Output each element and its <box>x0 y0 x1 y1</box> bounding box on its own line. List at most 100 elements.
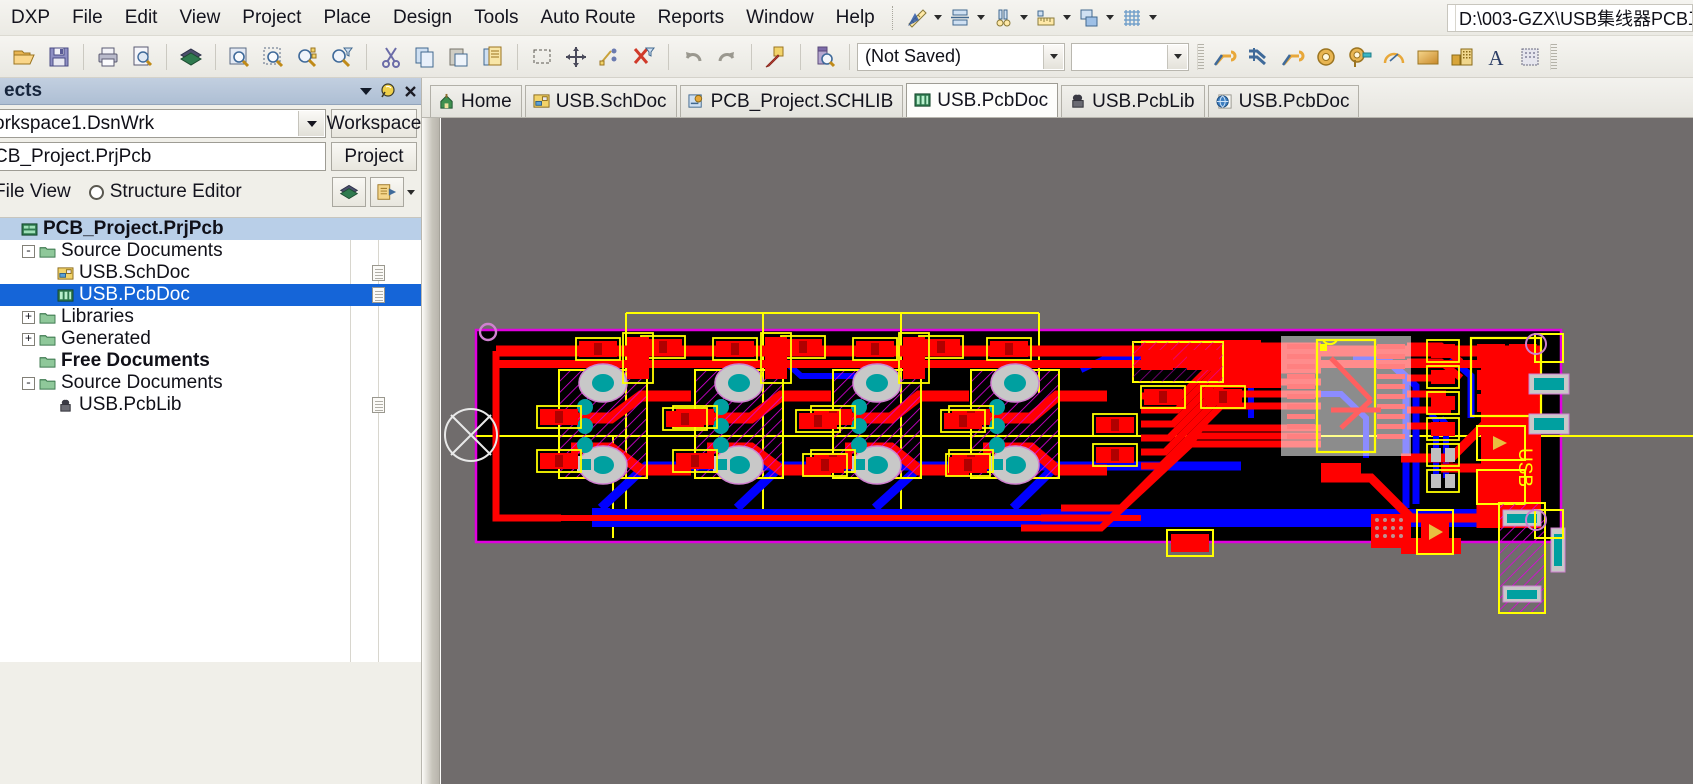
tree-expander[interactable]: + <box>22 310 35 324</box>
open-document-icon[interactable] <box>370 177 404 207</box>
tab-usb-pcbdoc[interactable]: USB.PcbDoc <box>1207 85 1360 117</box>
tree-item-source-documents[interactable]: - Source Documents <box>0 372 421 394</box>
zoom-area-icon[interactable] <box>257 40 291 74</box>
tree-item-source-documents[interactable]: - Source Documents <box>0 240 421 262</box>
board-layers-icon[interactable] <box>332 177 366 207</box>
structure-editor-radio[interactable] <box>88 184 104 200</box>
pcb-editor-canvas[interactable]: USB <box>441 118 1693 784</box>
zoom-filter-icon[interactable] <box>325 40 359 74</box>
menu-design[interactable]: Design <box>382 0 463 36</box>
place-fill-icon[interactable] <box>1411 40 1445 74</box>
place-string-icon[interactable]: A <box>1479 40 1513 74</box>
layers-stack-dropdown-arrow[interactable] <box>1104 4 1117 32</box>
zoom-document-icon[interactable] <box>223 40 257 74</box>
board-layers-icon[interactable] <box>174 40 208 74</box>
cut-icon[interactable] <box>374 40 408 74</box>
tree-item-generated[interactable]: + Generated <box>0 328 421 350</box>
menu-auto-route[interactable]: Auto Route <box>529 0 646 36</box>
pin-icon[interactable] <box>377 79 399 103</box>
print-icon[interactable] <box>91 40 125 74</box>
tab-pcb-project-schlib[interactable]: PCB_Project.SCHLIB <box>679 85 904 117</box>
tree-expander[interactable]: - <box>22 244 35 258</box>
workspace-dropdown-arrow[interactable] <box>298 111 324 136</box>
tree-item-pcb-project-prjpcb[interactable]: PCB_Project.PrjPcb <box>0 218 421 240</box>
menu-place[interactable]: Place <box>312 0 382 36</box>
menu-edit[interactable]: Edit <box>114 0 169 36</box>
tree-item-libraries[interactable]: + Libraries <box>0 306 421 328</box>
menu-dxp[interactable]: DXP <box>0 0 61 36</box>
tree-expander[interactable]: - <box>22 376 35 390</box>
select-area-icon[interactable] <box>525 40 559 74</box>
grid-dropdown-arrow[interactable] <box>1147 4 1160 32</box>
tab-home[interactable]: Home <box>430 85 522 117</box>
grid-icon[interactable] <box>1117 4 1147 32</box>
undo-icon[interactable] <box>676 40 710 74</box>
align-dropdown-arrow[interactable] <box>975 4 988 32</box>
toolbar-end-grip[interactable] <box>1550 43 1557 70</box>
file-view-label[interactable]: File View <box>0 181 71 203</box>
menu-view[interactable]: View <box>168 0 231 36</box>
place-pad-icon[interactable] <box>1343 40 1377 74</box>
tree-item-usb-pcblib[interactable]: USB.PcbLib <box>0 394 421 416</box>
measure-dropdown-arrow[interactable] <box>932 4 945 32</box>
open-document-dropdown-arrow[interactable] <box>404 178 417 206</box>
tree-expander[interactable]: + <box>22 332 35 346</box>
project-field[interactable]: CB_Project.PrjPcb <box>0 142 326 171</box>
copy-icon[interactable] <box>408 40 442 74</box>
move-icon[interactable] <box>559 40 593 74</box>
print-preview-icon[interactable] <box>125 40 159 74</box>
canvas-vertical-splitter[interactable] <box>422 118 440 784</box>
menu-tools[interactable]: Tools <box>463 0 529 36</box>
mask-level-combo[interactable]: (Not Saved) <box>857 42 1065 71</box>
toolbar-grip[interactable] <box>1455 5 1456 31</box>
browse-components-icon[interactable] <box>808 40 842 74</box>
highlight-pen-icon[interactable] <box>759 40 793 74</box>
tree-item-label: Source Documents <box>61 240 223 261</box>
mask-level-value: (Not Saved) <box>865 46 962 66</box>
chevron-down-icon[interactable] <box>355 79 377 103</box>
deselect-icon[interactable] <box>593 40 627 74</box>
clear-filter-icon[interactable] <box>627 40 661 74</box>
multiple-routing-icon[interactable] <box>1275 40 1309 74</box>
ruler-icon[interactable] <box>1031 4 1061 32</box>
nets-combo[interactable] <box>1071 42 1189 71</box>
place-arc-icon[interactable] <box>1377 40 1411 74</box>
menu-help[interactable]: Help <box>825 0 886 36</box>
zoom-selected-icon[interactable] <box>291 40 325 74</box>
menu-file[interactable]: File <box>61 0 114 36</box>
place-room-icon[interactable] <box>1513 40 1547 74</box>
save-icon[interactable] <box>42 40 76 74</box>
tree-item-usb-pcbdoc[interactable]: USB.PcbDoc <box>0 284 421 306</box>
place-toolbar-grip[interactable] <box>1197 43 1204 70</box>
align-icon[interactable] <box>945 4 975 32</box>
menu-window[interactable]: Window <box>735 0 825 36</box>
interactive-routing-icon[interactable] <box>1207 40 1241 74</box>
pcbdoc-icon <box>57 288 74 303</box>
mask-level-dropdown-arrow[interactable] <box>1043 44 1063 69</box>
find-similar-dropdown-arrow[interactable] <box>1018 4 1031 32</box>
tab-usb-pcblib[interactable]: USB.PcbLib <box>1061 85 1205 117</box>
measure-icon[interactable] <box>902 4 932 32</box>
redo-icon[interactable] <box>710 40 744 74</box>
tab-usb-pcbdoc-active[interactable]: USB.PcbDoc <box>906 83 1059 117</box>
tab-usb-schdoc[interactable]: USB.SchDoc <box>524 85 677 117</box>
nets-dropdown-arrow[interactable] <box>1167 44 1187 69</box>
menu-reports[interactable]: Reports <box>647 0 736 36</box>
workspace-combo[interactable]: orkspace1.DsnWrk <box>0 109 326 138</box>
structure-editor-label[interactable]: Structure Editor <box>110 181 242 203</box>
find-similar-icon[interactable] <box>988 4 1018 32</box>
paste-special-icon[interactable] <box>476 40 510 74</box>
layers-stack-icon[interactable] <box>1074 4 1104 32</box>
ruler-dropdown-arrow[interactable] <box>1061 4 1074 32</box>
paste-icon[interactable] <box>442 40 476 74</box>
menu-project[interactable]: Project <box>231 0 312 36</box>
close-icon[interactable] <box>399 79 421 103</box>
open-folder-icon[interactable] <box>8 40 42 74</box>
tree-item-usb-schdoc[interactable]: USB.SchDoc <box>0 262 421 284</box>
differential-pair-routing-icon[interactable] <box>1241 40 1275 74</box>
workspace-button[interactable]: Workspace <box>327 109 421 138</box>
place-via-icon[interactable] <box>1309 40 1343 74</box>
place-polygon-icon[interactable] <box>1445 40 1479 74</box>
project-button[interactable]: Project <box>331 142 417 171</box>
tree-item-free-documents[interactable]: Free Documents <box>0 350 421 372</box>
